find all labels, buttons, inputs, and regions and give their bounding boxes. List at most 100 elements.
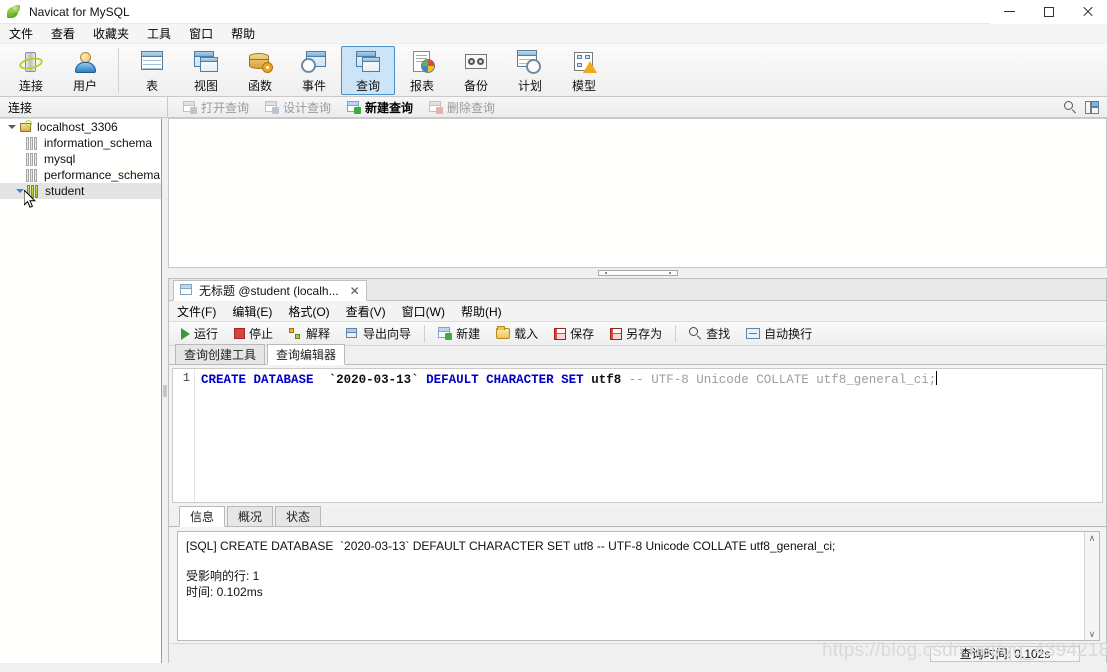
explain-button[interactable]: 解释 (282, 322, 337, 345)
save-button[interactable]: 保存 (547, 322, 601, 345)
menu-tools[interactable]: 工具 (138, 24, 180, 43)
scroll-up-icon[interactable]: ∧ (1089, 532, 1096, 544)
menu-file[interactable]: 文件 (0, 24, 42, 43)
tree-node-label: localhost_3306 (37, 120, 118, 134)
tab-info[interactable]: 信息 (179, 506, 226, 527)
close-icon (1082, 6, 1093, 17)
tab-query-editor[interactable]: 查询编辑器 (267, 344, 346, 365)
menu-favorites[interactable]: 收藏夹 (84, 24, 138, 43)
chevron-down-icon[interactable] (6, 121, 18, 133)
toolbar-button-report[interactable]: 报表 (395, 46, 449, 95)
query-menu-file[interactable]: 文件(F) (169, 302, 224, 321)
query-list-area[interactable] (168, 118, 1107, 268)
toolbar-button-query[interactable]: 查询 (341, 46, 395, 95)
toolbar-button-table[interactable]: 表 (125, 46, 179, 95)
toolbar-button-schedule[interactable]: 计划 (503, 46, 557, 95)
tab-query-builder[interactable]: 查询创建工具 (175, 344, 266, 365)
load-button[interactable]: 载入 (489, 322, 545, 345)
query-editor-window: 无标题 @student (localh... ✕ 文件(F) 编辑(E) 格式… (168, 278, 1107, 664)
toolbar-button-user[interactable]: 用户 (58, 46, 112, 95)
button-label: 新建 (456, 327, 481, 341)
save-as-icon (610, 327, 623, 340)
menu-help[interactable]: 帮助 (222, 24, 264, 43)
line-number: 1 (182, 371, 190, 385)
new-query-icon (347, 100, 362, 114)
toolbar-separator (118, 48, 119, 93)
function-database-icon (246, 50, 274, 74)
scroll-down-icon[interactable]: ∨ (1089, 628, 1096, 640)
chevron-down-icon[interactable] (14, 185, 26, 197)
new-button[interactable]: 新建 (431, 322, 487, 345)
tree-node-student[interactable]: student (0, 183, 161, 199)
stop-icon (234, 328, 246, 339)
query-tab[interactable]: 无标题 @student (localh... ✕ (173, 280, 367, 301)
sql-keyword-create: CREATE (201, 373, 247, 387)
export-wizard-button[interactable]: 导出向导 (339, 322, 418, 345)
query-menu-view[interactable]: 查看(V) (338, 302, 394, 321)
close-button[interactable] (1068, 0, 1107, 24)
backup-tape-icon (462, 50, 490, 74)
maximize-button[interactable] (1029, 0, 1068, 24)
result-rows-line: 受影响的行: 1 (186, 569, 260, 583)
open-query-button[interactable]: 打开查询 (176, 97, 256, 118)
design-query-icon (265, 100, 280, 114)
query-tab-icon (180, 284, 194, 297)
line-number-gutter: 1 (173, 369, 195, 502)
window-title: Navicat for MySQL (29, 4, 130, 19)
toolbar-button-event[interactable]: 事件 (287, 46, 341, 95)
sql-code-editor[interactable]: 1 CREATE DATABASE `2020-03-13` DEFAULT C… (172, 368, 1103, 503)
toolbar-button-function[interactable]: 函数 (233, 46, 287, 95)
toolbar-button-view[interactable]: 视图 (179, 46, 233, 95)
horizontal-splitter[interactable] (168, 268, 1107, 278)
query-tab-label: 无标题 @student (localh... (199, 284, 339, 298)
splitter-grip (597, 270, 678, 276)
result-scrollbar[interactable]: ∧ ∨ (1084, 532, 1099, 640)
save-as-button[interactable]: 另存为 (603, 322, 669, 345)
minimize-button[interactable] (990, 0, 1029, 24)
stop-button[interactable]: 停止 (227, 322, 280, 345)
search-icon[interactable] (1064, 100, 1077, 114)
sql-keyword-set: SET (561, 373, 584, 387)
find-button[interactable]: 查找 (682, 322, 737, 345)
design-query-button[interactable]: 设计查询 (258, 97, 338, 118)
result-time-line: 时间: 0.102ms (186, 585, 263, 599)
menu-window[interactable]: 窗口 (180, 24, 222, 43)
toolbar-button-backup[interactable]: 备份 (449, 46, 503, 95)
toolbar-label: 模型 (571, 79, 596, 93)
sql-keyword-database: DATABASE (253, 373, 314, 387)
connection-tree-panel[interactable]: localhost_3306 information_schema mysql … (0, 118, 162, 663)
view-icon (192, 50, 220, 74)
query-menu-format[interactable]: 格式(O) (280, 302, 337, 321)
tree-node-localhost[interactable]: localhost_3306 (0, 119, 161, 135)
close-icon[interactable]: ✕ (350, 284, 360, 298)
toolbar-button-model[interactable]: 模型 (557, 46, 611, 95)
tree-node-mysql[interactable]: mysql (0, 151, 161, 167)
delete-query-icon (429, 100, 444, 114)
button-label: 查找 (706, 327, 731, 341)
export-wizard-icon (346, 327, 359, 340)
report-chart-icon (408, 50, 436, 74)
layout-grid-icon[interactable] (1085, 100, 1099, 114)
menu-view[interactable]: 查看 (42, 24, 84, 43)
toolbar-button-connection[interactable]: 连接 (4, 46, 58, 95)
load-folder-icon (496, 326, 511, 339)
delete-query-button[interactable]: 删除查询 (422, 97, 502, 118)
query-menu-help[interactable]: 帮助(H) (453, 302, 510, 321)
new-query-button[interactable]: 新建查询 (340, 97, 420, 118)
query-menu-window[interactable]: 窗口(W) (394, 302, 453, 321)
tab-status[interactable]: 状态 (275, 506, 322, 527)
tree-node-performance-schema[interactable]: performance_schema (0, 167, 161, 183)
button-label: 停止 (249, 327, 274, 341)
schedule-clock-icon (516, 50, 544, 74)
tree-node-information-schema[interactable]: information_schema (0, 135, 161, 151)
text-caret (936, 371, 938, 385)
query-menu-edit[interactable]: 编辑(E) (224, 302, 280, 321)
database-gray-icon (26, 168, 39, 182)
word-wrap-button[interactable]: 自动换行 (739, 322, 819, 345)
tab-profile[interactable]: 概况 (227, 506, 274, 527)
sql-charset-value: utf8 (591, 373, 622, 387)
run-button[interactable]: 运行 (174, 322, 225, 345)
toolbar-label: 用户 (72, 79, 97, 93)
result-info-panel[interactable]: [SQL] CREATE DATABASE `2020-03-13` DEFAU… (177, 531, 1100, 641)
find-icon (689, 327, 702, 340)
